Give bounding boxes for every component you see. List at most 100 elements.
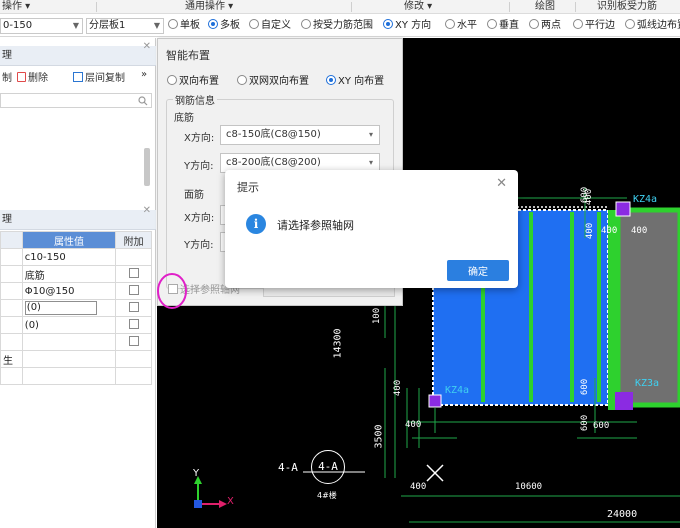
coord-x-label: X — [227, 496, 234, 507]
ok-button[interactable]: 确定 — [447, 260, 509, 281]
dialog-title: 提示 — [237, 181, 259, 194]
rebar-line — [529, 212, 533, 402]
radio-label: 自定义 — [261, 20, 291, 31]
annotation-circle — [157, 273, 187, 309]
rebar-combo[interactable]: 0-150 ▼ — [0, 18, 83, 34]
radio-label: 按受力筋范围 — [313, 20, 373, 31]
more-tools-button[interactable]: » — [141, 69, 147, 80]
label-kz3a: KZ3a — [635, 378, 660, 389]
radio-bidirectional[interactable]: 双向布置 — [167, 72, 219, 87]
table-cell-index — [0, 265, 23, 283]
chevron-down-icon: ▼ — [72, 21, 79, 30]
rebar-line — [597, 212, 601, 402]
delete-button[interactable]: 删除 — [17, 69, 48, 84]
component-panel-title: 理 ✕ — [0, 41, 156, 66]
table-row[interactable]: (0) — [0, 299, 152, 317]
dim-400-vertical: 400 — [585, 222, 596, 240]
dialog-message: 请选择参照轴网 — [277, 219, 354, 232]
radio-double-net[interactable]: 双网双向布置 — [237, 72, 309, 87]
copy-floor-label: 层间复制 — [85, 73, 125, 84]
radio-icon — [529, 19, 539, 29]
radio-by-rebar-range[interactable]: 按受力筋范围 — [301, 19, 373, 32]
table-row[interactable]: 底筋 — [0, 265, 152, 283]
axis-sub-label: 4#楼 — [317, 491, 337, 500]
radio-parallel-edge[interactable]: 平行边 — [573, 19, 615, 32]
close-icon[interactable]: ✕ — [143, 201, 151, 221]
menu-operation[interactable]: 操作 ▾ — [2, 0, 30, 13]
checkbox[interactable] — [128, 301, 139, 312]
menu-modify[interactable]: 修改 ▾ — [404, 0, 432, 13]
dim-600-vertical: 600 — [580, 378, 591, 396]
trash-icon — [17, 72, 26, 82]
table-cell-add — [115, 282, 152, 300]
layer-combo[interactable]: 分层板1 ▼ — [86, 18, 164, 34]
menu-recognize-rebar[interactable]: 识别板受力筋 — [597, 0, 657, 13]
radio-multi-board[interactable]: 多板 — [208, 19, 240, 32]
scrollbar-thumb[interactable] — [144, 148, 150, 186]
panel-title-text: 理 — [2, 214, 12, 225]
radio-label: 多板 — [220, 20, 240, 31]
chevron-down-icon: ▾ — [368, 130, 373, 139]
table-cell-value[interactable]: 底筋 — [21, 265, 117, 283]
delete-label: 删除 — [28, 73, 48, 84]
table-cell-value[interactable] — [21, 367, 117, 385]
panel-title-text: 理 — [2, 50, 12, 61]
table-row[interactable] — [0, 333, 152, 351]
copy-floor-button[interactable]: 层间复制 — [73, 69, 125, 84]
radio-single-board[interactable]: 单板 — [168, 19, 200, 32]
radio-icon — [249, 19, 259, 29]
table-row[interactable]: c10-150 — [0, 248, 152, 266]
table-cell-value[interactable] — [21, 350, 117, 368]
radio-arc-edge[interactable]: 弧线边布置放 — [625, 19, 680, 32]
table-cell-value[interactable]: (0) — [21, 316, 117, 334]
dim-10600: 10600 — [515, 482, 543, 492]
x-dir-select[interactable]: c8-150底(C8@150) ▾ — [220, 125, 380, 145]
info-icon: i — [246, 214, 266, 234]
column-kz4a-top — [615, 201, 631, 217]
radio-horizontal[interactable]: 水平 — [445, 19, 477, 32]
radio-two-points[interactable]: 两点 — [529, 19, 561, 32]
table-cell-value[interactable] — [21, 333, 117, 351]
close-icon[interactable]: ✕ — [496, 176, 507, 191]
copy-icon — [73, 72, 83, 82]
table-row[interactable] — [0, 367, 152, 385]
table-row[interactable]: 生 — [0, 350, 152, 368]
table-cell-index — [0, 316, 23, 334]
radio-icon — [573, 19, 583, 29]
y-dir-label-top: Y方向: — [184, 240, 214, 251]
checkbox[interactable] — [128, 318, 139, 329]
checkbox[interactable] — [128, 284, 139, 295]
table-cell-value[interactable]: Φ10@150 — [21, 282, 117, 300]
cell-edit-box[interactable]: (0) — [24, 301, 97, 315]
table-cell-value[interactable]: c10-150 — [21, 248, 117, 266]
close-icon[interactable]: ✕ — [143, 37, 151, 57]
radio-selected-icon — [208, 19, 218, 29]
chevron-down-icon: ▼ — [153, 21, 160, 30]
axis-label: 4-A — [278, 461, 298, 474]
radio-xy-direction[interactable]: XY 方向 — [383, 19, 431, 32]
x-dir-label: X方向: — [184, 133, 215, 144]
radio-vertical[interactable]: 垂直 — [487, 19, 519, 32]
top-rebar-label: 面筋 — [184, 190, 204, 201]
axis-bubble[interactable]: 4-A — [311, 450, 345, 484]
table-cell-value-editing[interactable]: (0) — [21, 299, 117, 317]
radio-selected-icon — [326, 75, 336, 85]
table-row[interactable]: Φ10@150 — [0, 282, 152, 300]
tool-stub[interactable]: 制 — [2, 69, 12, 84]
search-input[interactable] — [0, 93, 152, 108]
rebar-combo-value: 0-150 — [3, 20, 33, 31]
table-row[interactable]: (0) — [0, 316, 152, 334]
label-kz4a-top: KZ4a — [633, 194, 658, 205]
layer-combo-value: 分层板1 — [89, 20, 126, 31]
label-kz4a-bottom: KZ4a — [445, 385, 470, 396]
table-header-value: 属性值 — [21, 231, 117, 249]
radio-custom[interactable]: 自定义 — [249, 19, 291, 32]
menu-draw[interactable]: 绘图 — [535, 0, 555, 13]
radio-xy-layout[interactable]: XY 向布置 — [326, 72, 384, 87]
checkbox[interactable] — [128, 335, 139, 346]
menu-common-ops[interactable]: 通用操作 ▾ — [185, 0, 233, 13]
checkbox[interactable] — [128, 267, 139, 278]
radio-icon — [445, 19, 455, 29]
dim-400: 400 — [410, 482, 427, 492]
arrow-right-icon — [219, 500, 227, 508]
